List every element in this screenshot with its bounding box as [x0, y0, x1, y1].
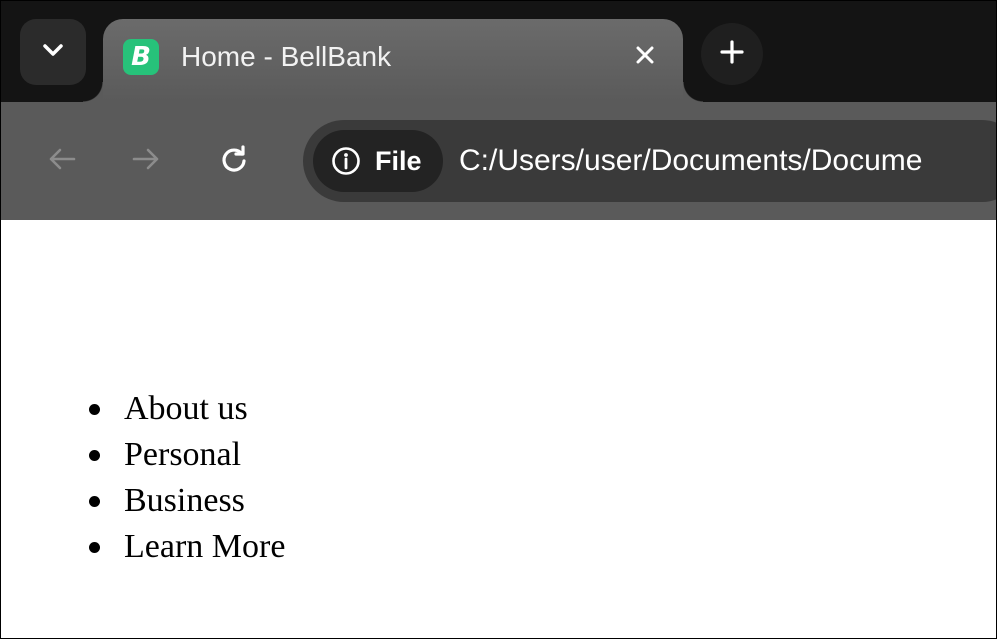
scheme-chip-label: File	[375, 146, 422, 176]
bellbank-favicon-icon: B	[123, 39, 159, 75]
tab-strip: B Home - BellBank	[1, 1, 996, 102]
address-bar[interactable]: File C:/Users/user/Documents/Docume	[303, 120, 996, 202]
list-item: About us	[89, 386, 285, 432]
nav-item-learn-more[interactable]: Learn More	[124, 528, 285, 565]
browser-toolbar: File C:/Users/user/Documents/Docume	[1, 102, 996, 220]
tab-close-button[interactable]	[625, 37, 665, 77]
close-icon	[636, 46, 654, 69]
url-text[interactable]: C:/Users/user/Documents/Docume	[459, 140, 922, 182]
list-item: Personal	[89, 432, 285, 478]
site-info-chip[interactable]: File	[313, 130, 443, 192]
back-button[interactable]	[39, 138, 85, 184]
plus-icon	[720, 39, 744, 69]
tab-title: Home - BellBank	[181, 41, 392, 72]
bullet-icon	[89, 450, 100, 461]
bullet-icon	[89, 404, 100, 415]
new-tab-button[interactable]	[701, 23, 763, 85]
info-icon	[331, 146, 361, 176]
arrow-left-icon	[48, 147, 76, 176]
nav-item-about-us[interactable]: About us	[124, 390, 248, 427]
bullet-icon	[89, 496, 100, 507]
list-item: Learn More	[89, 524, 285, 570]
page-content: About us Personal Business Learn More	[1, 220, 996, 638]
reload-button[interactable]	[211, 138, 257, 184]
nav-item-business[interactable]: Business	[124, 482, 245, 519]
arrow-right-icon	[132, 147, 160, 176]
chevron-down-icon	[42, 43, 64, 62]
reload-icon	[220, 144, 248, 178]
list-item: Business	[89, 478, 285, 524]
forward-button[interactable]	[123, 138, 169, 184]
nav-item-personal[interactable]: Personal	[124, 436, 241, 473]
browser-window: B Home - BellBank File C:/Users/user/Doc…	[0, 0, 997, 639]
tab-search-button[interactable]	[20, 19, 86, 85]
nav-list: About us Personal Business Learn More	[89, 386, 285, 570]
bullet-icon	[89, 542, 100, 553]
active-tab[interactable]: B Home - BellBank	[83, 19, 703, 102]
